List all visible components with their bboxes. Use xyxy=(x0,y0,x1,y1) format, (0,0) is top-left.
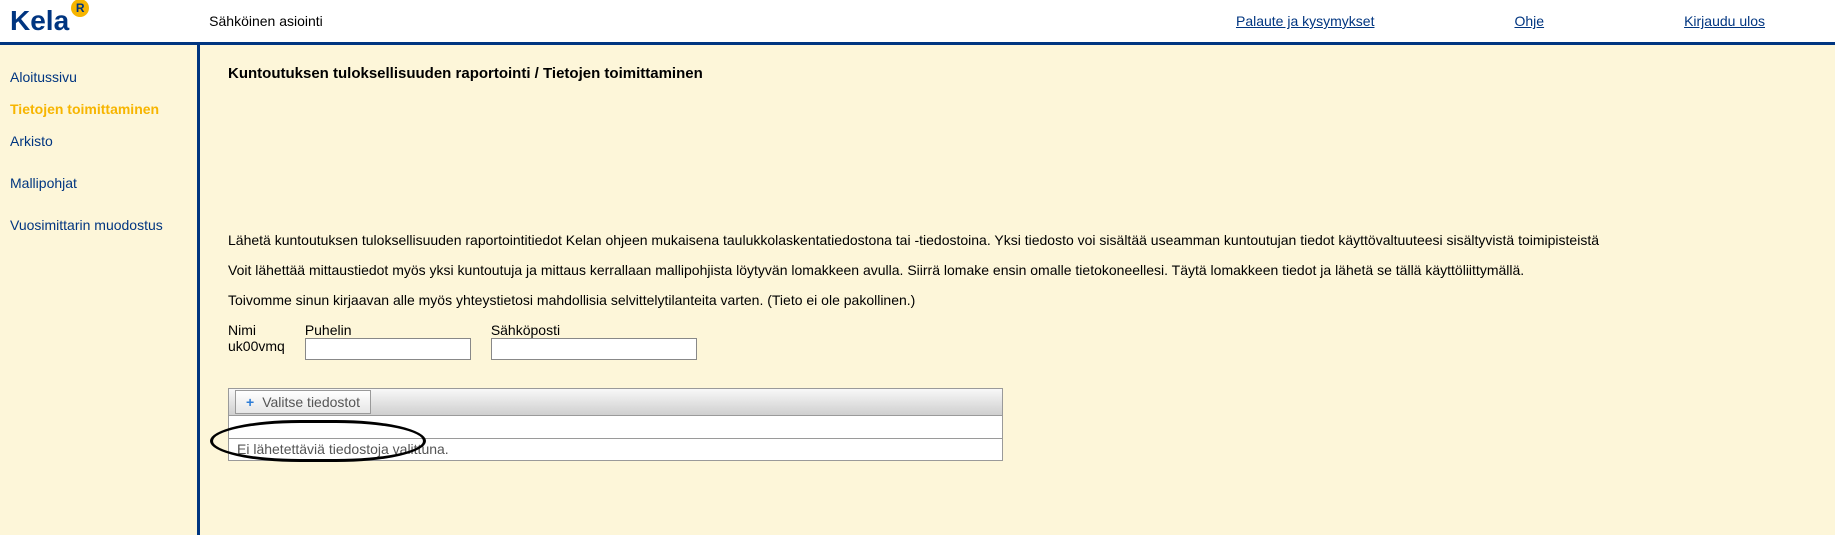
phone-input[interactable] xyxy=(305,338,471,360)
sidebar: Aloitussivu Tietojen toimittaminen Arkis… xyxy=(0,45,200,535)
logo-badge-icon: R xyxy=(71,0,89,17)
logo: Kela R xyxy=(10,5,209,37)
name-field: Nimi uk00vmq xyxy=(228,322,285,360)
phone-field: Puhelin xyxy=(305,322,471,360)
file-empty-message: Ei lähetettäviä tiedostoja valittuna. xyxy=(228,439,1003,461)
contact-fields: Nimi uk00vmq Puhelin Sähköposti xyxy=(228,322,1835,360)
logout-link[interactable]: Kirjaudu ulos xyxy=(1684,13,1765,29)
email-field: Sähköposti xyxy=(491,322,697,360)
email-label: Sähköposti xyxy=(491,322,697,338)
header-title: Sähköinen asiointi xyxy=(209,13,323,29)
name-label: Nimi xyxy=(228,322,285,338)
phone-label: Puhelin xyxy=(305,322,471,338)
feedback-link[interactable]: Palaute ja kysymykset xyxy=(1236,13,1375,29)
intro-para-3: Toivomme sinun kirjaavan alle myös yhtey… xyxy=(228,292,1835,308)
sidebar-item-vuosimittarin-muodostus[interactable]: Vuosimittarin muodostus xyxy=(10,217,197,233)
logo-text: Kela xyxy=(10,5,69,37)
help-link[interactable]: Ohje xyxy=(1514,13,1544,29)
plus-icon: + xyxy=(246,394,254,410)
page-title: Kuntoutuksen tuloksellisuuden raportoint… xyxy=(228,65,1835,82)
upload-area: + Valitse tiedostot Ei lähetettäviä tied… xyxy=(228,388,1003,461)
sidebar-item-arkisto[interactable]: Arkisto xyxy=(10,133,197,149)
choose-files-button[interactable]: + Valitse tiedostot xyxy=(235,390,371,414)
sidebar-item-tietojen-toimittaminen[interactable]: Tietojen toimittaminen xyxy=(10,101,197,117)
header-links: Palaute ja kysymykset Ohje Kirjaudu ulos xyxy=(1236,13,1825,29)
email-input[interactable] xyxy=(491,338,697,360)
sidebar-item-aloitussivu[interactable]: Aloitussivu xyxy=(10,69,197,85)
intro-para-1: Lähetä kuntoutuksen tuloksellisuuden rap… xyxy=(228,232,1835,248)
header-bar: Kela R Sähköinen asiointi Palaute ja kys… xyxy=(0,0,1835,45)
name-value: uk00vmq xyxy=(228,338,285,354)
intro-para-2: Voit lähettää mittaustiedot myös yksi ku… xyxy=(228,262,1835,278)
sidebar-item-mallipohjat[interactable]: Mallipohjat xyxy=(10,175,197,191)
file-list-row xyxy=(228,416,1003,439)
upload-toolbar: + Valitse tiedostot xyxy=(228,388,1003,416)
main-content: Kuntoutuksen tuloksellisuuden raportoint… xyxy=(200,45,1835,535)
choose-files-label: Valitse tiedostot xyxy=(262,394,360,410)
